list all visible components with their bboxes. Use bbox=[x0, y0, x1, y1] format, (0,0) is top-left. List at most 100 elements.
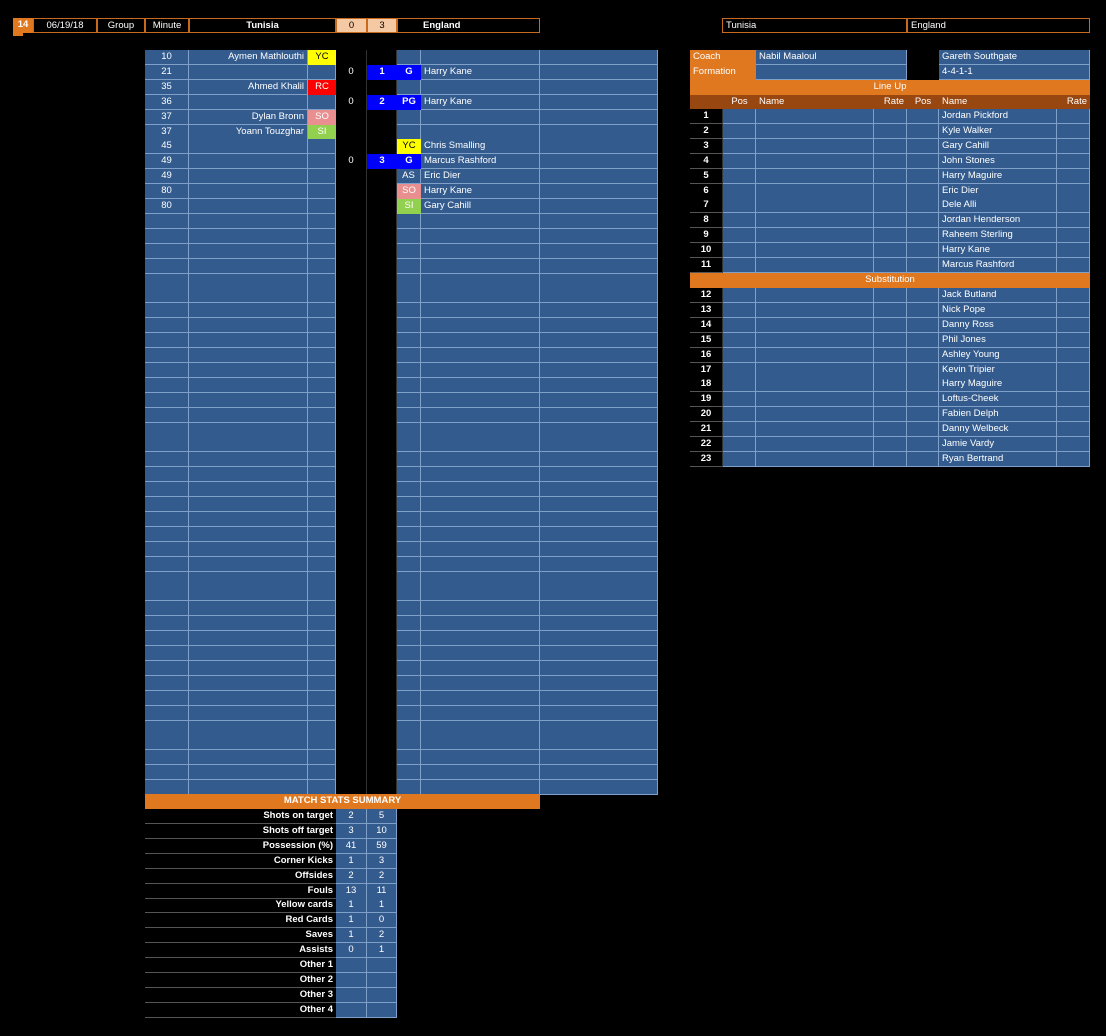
event-extra[interactable] bbox=[540, 318, 658, 333]
away-rate-cell[interactable] bbox=[1057, 422, 1090, 437]
away-rate-cell[interactable] bbox=[1057, 377, 1090, 392]
event-away-player[interactable] bbox=[421, 765, 540, 780]
event-home-player[interactable] bbox=[189, 452, 308, 467]
event-away-code[interactable] bbox=[397, 542, 421, 557]
event-home-code[interactable] bbox=[308, 154, 336, 169]
away-pos-cell[interactable] bbox=[907, 422, 939, 437]
event-minute[interactable] bbox=[145, 467, 189, 482]
event-away-code[interactable] bbox=[397, 661, 421, 676]
event-extra[interactable] bbox=[540, 706, 658, 721]
home-name-cell[interactable] bbox=[756, 363, 874, 378]
home-rate-cell[interactable] bbox=[874, 333, 907, 348]
stat-away-value[interactable]: 0 bbox=[367, 913, 397, 928]
event-home-code[interactable] bbox=[308, 750, 336, 765]
home-rate-cell[interactable] bbox=[874, 198, 907, 213]
home-pos-cell[interactable] bbox=[723, 407, 756, 422]
stat-away-value[interactable]: 2 bbox=[367, 928, 397, 943]
home-pos-cell[interactable] bbox=[723, 169, 756, 184]
away-pos-cell[interactable] bbox=[907, 243, 939, 258]
stat-home-value[interactable] bbox=[336, 973, 367, 988]
event-home-code[interactable] bbox=[308, 169, 336, 184]
event-extra[interactable] bbox=[540, 50, 658, 65]
event-minute[interactable] bbox=[145, 735, 189, 750]
home-name-cell[interactable] bbox=[756, 258, 874, 273]
home-coach[interactable]: Nabil Maaloul bbox=[756, 50, 907, 65]
event-away-player[interactable]: Harry Kane bbox=[421, 184, 540, 199]
home-name-cell[interactable] bbox=[756, 392, 874, 407]
event-minute[interactable]: 45 bbox=[145, 139, 189, 154]
event-away-player[interactable]: Harry Kane bbox=[421, 95, 540, 110]
stat-home-value[interactable]: 1 bbox=[336, 854, 367, 869]
home-pos-cell[interactable] bbox=[723, 198, 756, 213]
event-minute[interactable] bbox=[145, 229, 189, 244]
home-pos-cell[interactable] bbox=[723, 184, 756, 199]
away-rate-cell[interactable] bbox=[1057, 213, 1090, 228]
event-extra[interactable] bbox=[540, 616, 658, 631]
event-minute[interactable] bbox=[145, 333, 189, 348]
event-away-code[interactable]: SO bbox=[397, 184, 421, 199]
home-rate-cell[interactable] bbox=[874, 243, 907, 258]
event-away-player[interactable] bbox=[421, 452, 540, 467]
home-name-cell[interactable] bbox=[756, 124, 874, 139]
event-home-player[interactable] bbox=[189, 229, 308, 244]
away-player-name[interactable]: Harry Maguire bbox=[939, 169, 1057, 184]
event-away-player[interactable] bbox=[421, 527, 540, 542]
event-away-code[interactable] bbox=[397, 303, 421, 318]
event-away-player[interactable] bbox=[421, 288, 540, 303]
event-home-player[interactable] bbox=[189, 437, 308, 452]
event-minute[interactable] bbox=[145, 572, 189, 587]
event-away-player[interactable] bbox=[421, 750, 540, 765]
event-extra[interactable] bbox=[540, 65, 658, 80]
stat-away-value[interactable] bbox=[367, 973, 397, 988]
stat-away-value[interactable]: 11 bbox=[367, 884, 397, 899]
event-home-player[interactable] bbox=[189, 408, 308, 423]
event-home-code[interactable] bbox=[308, 229, 336, 244]
home-pos-cell[interactable] bbox=[723, 363, 756, 378]
event-away-code[interactable] bbox=[397, 408, 421, 423]
home-rate-cell[interactable] bbox=[874, 407, 907, 422]
event-extra[interactable] bbox=[540, 527, 658, 542]
event-home-code[interactable] bbox=[308, 780, 336, 795]
event-away-player[interactable] bbox=[421, 661, 540, 676]
event-away-player[interactable] bbox=[421, 423, 540, 438]
event-minute[interactable] bbox=[145, 631, 189, 646]
event-away-code[interactable] bbox=[397, 497, 421, 512]
event-away-code[interactable] bbox=[397, 631, 421, 646]
away-player-name[interactable]: Loftus-Cheek bbox=[939, 392, 1057, 407]
event-away-code[interactable] bbox=[397, 229, 421, 244]
event-home-code[interactable]: SO bbox=[308, 110, 336, 125]
away-pos-cell[interactable] bbox=[907, 228, 939, 243]
home-rate-cell[interactable] bbox=[874, 452, 907, 467]
away-rate-cell[interactable] bbox=[1057, 288, 1090, 303]
event-away-player[interactable] bbox=[421, 303, 540, 318]
event-home-code[interactable] bbox=[308, 65, 336, 80]
stat-away-value[interactable]: 10 bbox=[367, 824, 397, 839]
event-extra[interactable] bbox=[540, 765, 658, 780]
home-name-cell[interactable] bbox=[756, 109, 874, 124]
event-home-code[interactable] bbox=[308, 676, 336, 691]
event-home-code[interactable] bbox=[308, 631, 336, 646]
event-extra[interactable] bbox=[540, 586, 658, 601]
event-home-code[interactable] bbox=[308, 214, 336, 229]
home-pos-cell[interactable] bbox=[723, 348, 756, 363]
event-home-code[interactable] bbox=[308, 303, 336, 318]
home-rate-cell[interactable] bbox=[874, 348, 907, 363]
event-minute[interactable] bbox=[145, 542, 189, 557]
event-away-code[interactable] bbox=[397, 586, 421, 601]
event-extra[interactable] bbox=[540, 452, 658, 467]
home-rate-cell[interactable] bbox=[874, 154, 907, 169]
event-away-code[interactable]: SI bbox=[397, 199, 421, 214]
event-away-code[interactable] bbox=[397, 512, 421, 527]
event-extra[interactable] bbox=[540, 512, 658, 527]
event-extra[interactable] bbox=[540, 333, 658, 348]
event-home-player[interactable] bbox=[189, 363, 308, 378]
event-extra[interactable] bbox=[540, 437, 658, 452]
event-home-code[interactable] bbox=[308, 348, 336, 363]
away-rate-cell[interactable] bbox=[1057, 318, 1090, 333]
event-home-code[interactable] bbox=[308, 378, 336, 393]
event-home-player[interactable] bbox=[189, 244, 308, 259]
away-player-name[interactable]: Kyle Walker bbox=[939, 124, 1057, 139]
event-extra[interactable] bbox=[540, 646, 658, 661]
home-rate-cell[interactable] bbox=[874, 392, 907, 407]
away-rate-cell[interactable] bbox=[1057, 407, 1090, 422]
